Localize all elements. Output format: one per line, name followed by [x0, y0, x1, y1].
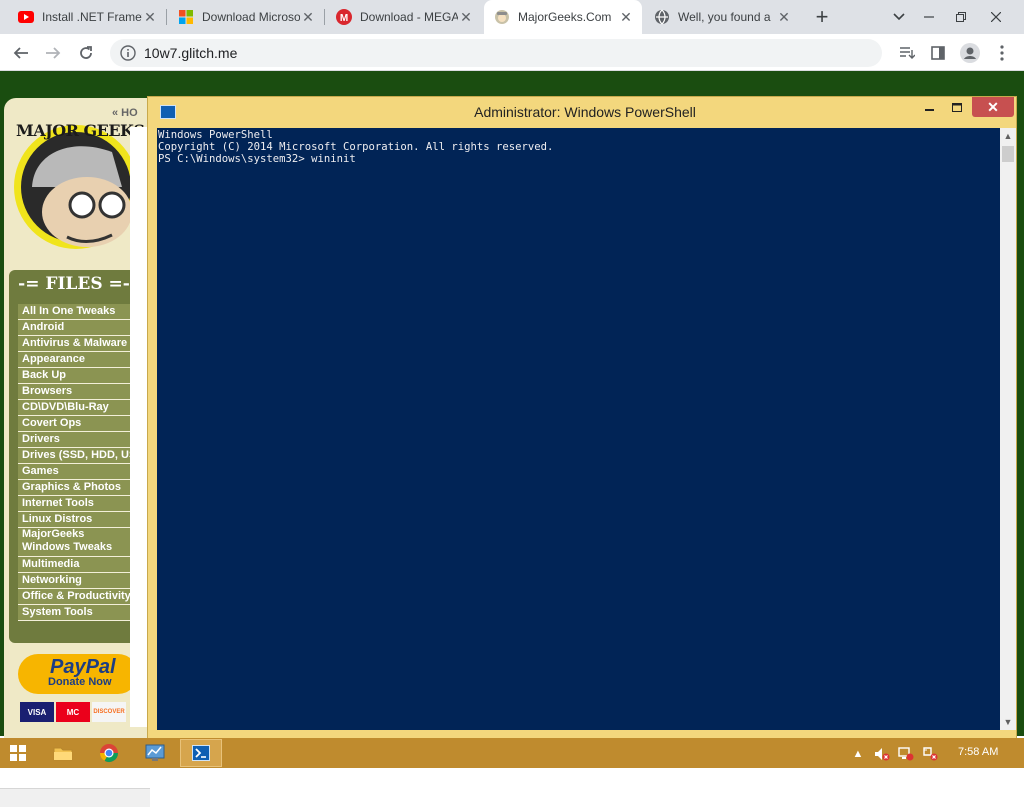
close-tab-icon[interactable]: ✕ [776, 9, 792, 25]
scroll-up-icon[interactable]: ▲ [1000, 128, 1016, 144]
minimize-icon[interactable] [916, 97, 942, 117]
category-link[interactable]: MajorGeeks Windows Tweaks [18, 528, 133, 557]
tab-title: Download - MEGA [360, 10, 458, 24]
category-link[interactable]: Linux Distros [18, 512, 133, 528]
tab-title: Download Microso [202, 10, 300, 24]
window-title: Administrator: Windows PowerShell [474, 104, 696, 120]
side-panel-icon[interactable] [926, 41, 950, 65]
forward-arrow-icon[interactable] [40, 40, 66, 66]
youtube-icon [18, 9, 34, 25]
network-icon[interactable] [898, 746, 914, 762]
tab-install-dotnet[interactable]: Install .NET Framew ✕ [8, 0, 166, 34]
close-tab-icon[interactable]: ✕ [618, 9, 634, 25]
category-link[interactable]: Office & Productivity [18, 589, 133, 605]
tab-separator [166, 9, 167, 25]
tab-majorgeeks[interactable]: MajorGeeks.Com ✕ [484, 0, 642, 34]
powershell-window: Administrator: Windows PowerShell ✕ Wind… [147, 96, 1017, 740]
paypal-donate-button[interactable]: PayPal Donate Now [18, 654, 138, 694]
tab-title: Install .NET Framew [42, 10, 142, 24]
tab-download-mega[interactable]: M Download - MEGA ✕ [326, 0, 482, 34]
volume-muted-icon[interactable] [874, 746, 890, 762]
console-output[interactable]: Windows PowerShell Copyright (C) 2014 Mi… [157, 128, 1000, 730]
category-link[interactable]: System Tools [18, 605, 133, 621]
windows-taskbar: ▲ 7:58 AM [0, 738, 1024, 768]
site-info-icon[interactable] [120, 45, 136, 61]
restore-icon[interactable] [945, 0, 977, 34]
category-link[interactable]: Internet Tools [18, 496, 133, 512]
chrome-icon[interactable] [88, 739, 130, 767]
close-icon[interactable]: ✕ [972, 97, 1014, 117]
tab-download-microsoft[interactable]: Download Microso ✕ [168, 0, 324, 34]
payment-cards: VISA MC DISCOVER [20, 702, 126, 722]
mastercard-icon: MC [56, 702, 90, 722]
visa-card-icon: VISA [20, 702, 54, 722]
control-panel-icon[interactable] [134, 739, 176, 767]
address-bar[interactable]: 10w7.glitch.me [110, 39, 882, 67]
category-link[interactable]: Games [18, 464, 133, 480]
console-prompt-line: PS C:\Windows\system32> wininit [158, 153, 356, 165]
tab-title: Well, you found a [678, 10, 771, 24]
category-link[interactable]: Multimedia [18, 557, 133, 573]
mega-icon: M [336, 9, 352, 25]
tab-title: MajorGeeks.Com [518, 10, 612, 24]
home-link[interactable]: « HO [112, 107, 138, 119]
new-tab-button[interactable]: + [810, 4, 834, 29]
show-hidden-icons-icon[interactable]: ▲ [850, 746, 866, 762]
category-link[interactable]: Drivers [18, 432, 133, 448]
browser-toolbar: 10w7.glitch.me [0, 34, 1024, 71]
svg-text:M: M [340, 13, 348, 24]
url-text: 10w7.glitch.me [144, 45, 238, 61]
category-list: All In One Tweaks Android Antivirus & Ma… [18, 304, 133, 621]
category-link[interactable]: Antivirus & Malware [18, 336, 133, 352]
category-link[interactable]: Covert Ops [18, 416, 133, 432]
maximize-icon[interactable] [944, 97, 970, 117]
minimize-icon[interactable] [913, 0, 945, 34]
close-window-icon[interactable] [980, 0, 1012, 34]
chrome-menu-icon[interactable] [990, 41, 1014, 65]
donate-label: Donate Now [48, 676, 112, 688]
tab-search-chevron-icon[interactable] [883, 0, 915, 34]
browser-tab-strip: Install .NET Framew ✕ Download Microso ✕… [0, 0, 1024, 34]
reading-list-icon[interactable] [895, 41, 919, 65]
console-vertical-scrollbar[interactable]: ▲ ▼ [1000, 128, 1016, 730]
category-link[interactable]: Android [18, 320, 133, 336]
category-link[interactable]: Graphics & Photos [18, 480, 133, 496]
category-link[interactable]: All In One Tweaks [18, 304, 133, 320]
close-tab-icon[interactable]: ✕ [458, 9, 474, 25]
microsoft-icon [178, 9, 194, 25]
files-heading: -= FILES =- [18, 274, 130, 294]
taskbar-clock[interactable]: 7:58 AM [958, 746, 998, 758]
category-link[interactable]: Back Up [18, 368, 133, 384]
category-link[interactable]: Drives (SSD, HDD, USB) [18, 448, 133, 464]
file-explorer-icon[interactable] [42, 739, 84, 767]
close-tab-icon[interactable]: ✕ [300, 9, 316, 25]
category-link[interactable]: Networking [18, 573, 133, 589]
category-link[interactable]: CD\DVD\Blu-Ray [18, 400, 133, 416]
powershell-icon[interactable] [180, 739, 222, 767]
globe-icon [654, 9, 670, 25]
powershell-titlebar[interactable]: Administrator: Windows PowerShell ✕ [148, 97, 1018, 129]
tab-well-you-found[interactable]: Well, you found a ✕ [644, 0, 800, 34]
reload-icon[interactable] [73, 40, 99, 66]
site-logo-text: MAJOR GEEKS [16, 121, 145, 140]
tab-separator [324, 9, 325, 25]
action-center-icon[interactable] [922, 746, 938, 762]
close-tab-icon[interactable]: ✕ [142, 9, 158, 25]
category-link[interactable]: Browsers [18, 384, 133, 400]
page-horizontal-scrollbar[interactable] [0, 788, 150, 807]
discover-card-icon: DISCOVER [92, 702, 126, 722]
scroll-down-icon[interactable]: ▼ [1000, 714, 1016, 730]
category-link[interactable]: Appearance [18, 352, 133, 368]
console-line: Windows PowerShell [158, 129, 273, 141]
scrollbar-thumb[interactable] [1002, 146, 1014, 162]
majorgeeks-icon [494, 9, 510, 25]
profile-avatar-icon[interactable] [958, 41, 982, 65]
console-line: Copyright (C) 2014 Microsoft Corporation… [158, 141, 554, 153]
windows-start-icon[interactable] [10, 745, 26, 761]
back-arrow-icon[interactable] [8, 40, 34, 66]
